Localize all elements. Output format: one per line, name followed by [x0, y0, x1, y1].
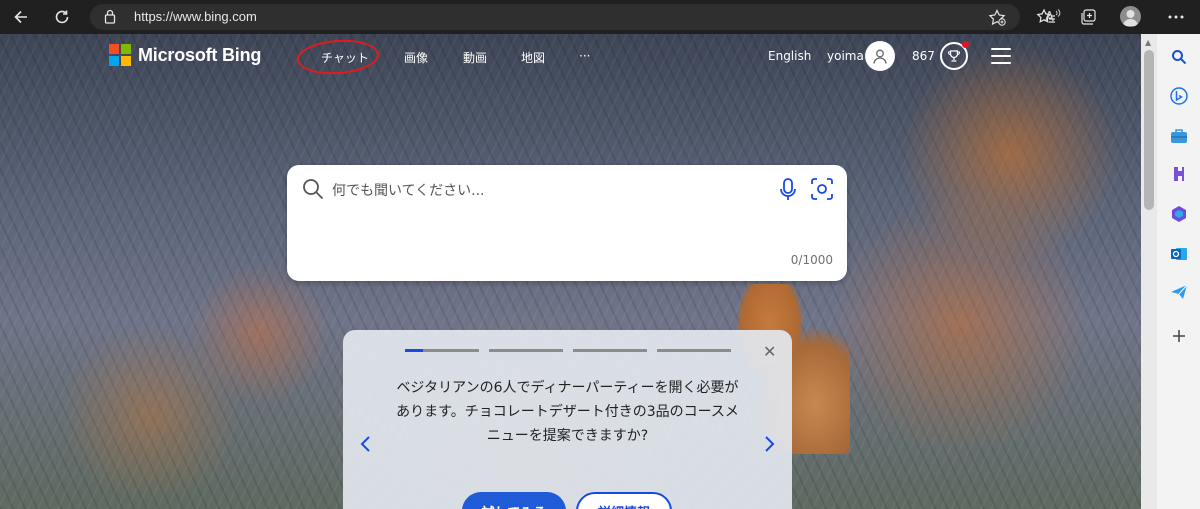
chevron-right-icon[interactable] — [763, 434, 775, 458]
hamburger-menu-icon[interactable] — [991, 48, 1011, 69]
back-icon[interactable] — [8, 4, 34, 30]
tab-more[interactable]: ··· — [579, 49, 590, 63]
address-bar[interactable]: https://www.bing.com A — [90, 4, 1061, 30]
scroll-up-icon[interactable]: ▲ — [1145, 38, 1151, 47]
edge-sidebar — [1157, 34, 1200, 509]
suggestion-card: ✕ ベジタリアンの6人でディナーパーティーを開く必要があります。チョコレートデザ… — [343, 330, 792, 509]
user-avatar-icon[interactable] — [865, 41, 895, 71]
close-icon[interactable]: ✕ — [763, 342, 776, 361]
tab-chat[interactable]: チャット — [295, 37, 381, 77]
tab-maps[interactable]: 地図 — [521, 49, 545, 66]
collections-icon[interactable] — [1076, 4, 1102, 30]
notification-dot — [962, 41, 969, 48]
lock-icon[interactable] — [104, 9, 116, 28]
favorite-star-icon[interactable] — [988, 9, 1006, 30]
search-input[interactable]: 何でも聞いてください... — [332, 180, 485, 200]
send-icon[interactable] — [1169, 282, 1189, 302]
microphone-icon[interactable] — [778, 177, 798, 207]
search-box[interactable]: 何でも聞いてください... 0/1000 — [287, 165, 847, 281]
microsoft-365-icon[interactable] — [1169, 204, 1189, 224]
logo-text: Microsoft Bing — [138, 44, 262, 65]
chevron-left-icon[interactable] — [360, 434, 372, 458]
language-link[interactable]: English — [768, 49, 811, 63]
progress-segment[interactable] — [405, 349, 479, 352]
page-scrollbar[interactable]: ▲ — [1141, 34, 1157, 509]
favorites-icon[interactable] — [1033, 4, 1059, 30]
bing-logo[interactable]: Microsoft Bing — [109, 44, 261, 66]
browser-toolbar: https://www.bing.com A — [0, 0, 1200, 34]
character-counter: 0/1000 — [790, 253, 833, 267]
try-it-button[interactable]: 試してみる — [462, 492, 566, 509]
progress-segment[interactable] — [657, 349, 731, 352]
learn-more-button[interactable]: 詳細情報 — [576, 492, 672, 509]
username[interactable]: yoima — [827, 49, 864, 63]
carousel-progress — [405, 349, 731, 352]
bing-copilot-icon[interactable] — [1169, 86, 1189, 106]
refresh-icon[interactable] — [49, 4, 75, 30]
suggestion-text: ベジタリアンの6人でディナーパーティーを開く必要があります。チョコレートデザート… — [396, 380, 739, 444]
url-text[interactable]: https://www.bing.com — [134, 9, 257, 24]
more-menu-icon[interactable] — [1163, 4, 1189, 30]
bing-homepage: Microsoft Bing チャット 画像 動画 地図 ··· English… — [0, 34, 1141, 509]
briefcase-icon[interactable] — [1169, 126, 1189, 146]
tab-images[interactable]: 画像 — [404, 49, 428, 66]
progress-segment[interactable] — [489, 349, 563, 352]
add-icon[interactable] — [1169, 326, 1189, 346]
visual-search-icon[interactable] — [810, 177, 834, 205]
microsoft-logo-icon — [109, 44, 131, 66]
rewards-trophy-icon[interactable] — [940, 41, 969, 70]
search-icon — [301, 177, 325, 205]
sidebar-search-icon[interactable] — [1169, 47, 1189, 67]
rewards-points[interactable]: 867 — [912, 49, 935, 63]
outlook-icon[interactable] — [1169, 244, 1189, 264]
tab-videos[interactable]: 動画 — [463, 49, 487, 66]
scrollbar-thumb[interactable] — [1144, 50, 1154, 210]
games-icon[interactable] — [1169, 164, 1189, 184]
progress-segment[interactable] — [573, 349, 647, 352]
red-highlight-circle — [295, 37, 381, 77]
profile-avatar[interactable] — [1120, 6, 1141, 27]
